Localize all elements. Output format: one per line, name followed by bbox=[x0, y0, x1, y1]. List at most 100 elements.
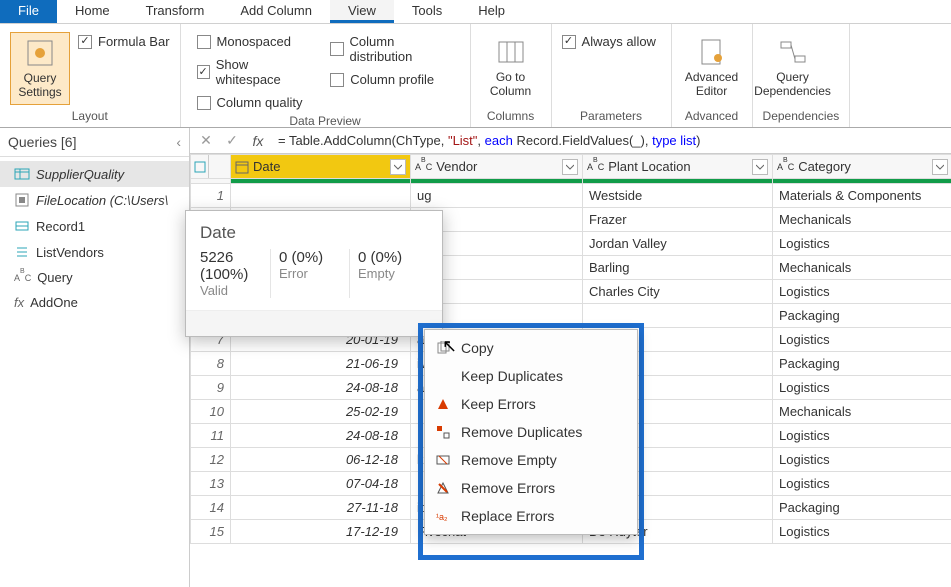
cell-date[interactable]: 07-04-18 bbox=[231, 472, 411, 496]
query-item[interactable]: ABCQuery bbox=[0, 265, 189, 290]
column-quality-checkbox[interactable]: Column quality bbox=[197, 93, 311, 112]
row-number: 13 bbox=[191, 472, 231, 496]
ctx-keep-duplicates[interactable]: Keep Duplicates bbox=[425, 362, 637, 390]
monospaced-checkbox[interactable]: Monospaced bbox=[197, 32, 311, 51]
abc-icon: ABC bbox=[587, 161, 604, 172]
advanced-editor-button[interactable]: Advanced Editor bbox=[682, 32, 742, 103]
cell-date[interactable] bbox=[231, 184, 411, 208]
query-item[interactable]: fxAddOne bbox=[0, 290, 189, 315]
cell-category[interactable]: Logistics bbox=[773, 328, 951, 352]
cancel-formula-button[interactable]: ✕ bbox=[196, 131, 216, 151]
cell-category[interactable]: Mechanicals bbox=[773, 400, 951, 424]
row-number: 15 bbox=[191, 520, 231, 544]
query-dependencies-button[interactable]: Query Dependencies bbox=[763, 32, 823, 103]
transform-menu[interactable]: Transform bbox=[128, 0, 223, 23]
cell-category[interactable]: Packaging bbox=[773, 496, 951, 520]
whitespace-checkbox[interactable]: ✓Show whitespace bbox=[197, 55, 311, 89]
always-allow-checkbox[interactable]: ✓Always allow bbox=[562, 32, 656, 51]
queries-header-label: Queries [6] bbox=[8, 134, 76, 150]
context-menu: Copy Keep Duplicates Keep Errors Remove … bbox=[424, 329, 638, 535]
ctx-remove-errors[interactable]: Remove Errors bbox=[425, 474, 637, 502]
formula-bar-checkbox[interactable]: ✓ Formula Bar bbox=[78, 32, 170, 51]
cell-category[interactable]: Logistics bbox=[773, 280, 951, 304]
cell-category[interactable]: Logistics bbox=[773, 232, 951, 256]
cell-category[interactable]: Materials & Components bbox=[773, 184, 951, 208]
cell-plant[interactable]: Barling bbox=[583, 256, 773, 280]
file-menu[interactable]: File bbox=[0, 0, 57, 23]
ribbon-group-parameters: ✓Always allow Parameters bbox=[552, 24, 672, 127]
column-header-category[interactable]: ABC Category bbox=[773, 155, 951, 178]
formula-bar-label: Formula Bar bbox=[98, 34, 170, 49]
filter-dropdown-category[interactable] bbox=[932, 159, 948, 175]
filter-dropdown-date[interactable] bbox=[390, 159, 406, 175]
remove-duplicates-icon bbox=[435, 424, 451, 440]
cell-date[interactable]: 21-06-19 bbox=[231, 352, 411, 376]
cell-category[interactable]: Mechanicals bbox=[773, 208, 951, 232]
filter-dropdown-plant[interactable] bbox=[752, 159, 768, 175]
column-distribution-checkbox[interactable]: Column distribution bbox=[330, 32, 453, 66]
cell-date[interactable]: 27-11-18 bbox=[231, 496, 411, 520]
fx-icon[interactable]: fx bbox=[248, 131, 268, 151]
cell-plant[interactable]: Frazer bbox=[583, 208, 773, 232]
ctx-replace-errors[interactable]: ¹a₂Replace Errors bbox=[425, 502, 637, 530]
cell-date[interactable]: 25-02-19 bbox=[231, 400, 411, 424]
table-row[interactable]: 1 ugWestsideMaterials & Components bbox=[191, 184, 951, 208]
filter-dropdown-vendor[interactable] bbox=[562, 159, 578, 175]
queries-header[interactable]: Queries [6] ‹ bbox=[0, 128, 189, 157]
ribbon-group-layout: Query Settings ✓ Formula Bar Layout bbox=[0, 24, 181, 127]
home-menu[interactable]: Home bbox=[57, 0, 128, 23]
row-number: 1 bbox=[191, 184, 231, 208]
query-item[interactable]: Record1 bbox=[0, 213, 189, 239]
cell-plant[interactable]: Charles City bbox=[583, 280, 773, 304]
column-header-date[interactable]: Date bbox=[231, 155, 410, 178]
ctx-remove-duplicates[interactable]: Remove Duplicates bbox=[425, 418, 637, 446]
cell-category[interactable]: Packaging bbox=[773, 352, 951, 376]
cell-plant[interactable] bbox=[583, 304, 773, 328]
row-number: 8 bbox=[191, 352, 231, 376]
cell-plant[interactable]: Westside bbox=[583, 184, 773, 208]
svg-text:¹a₂: ¹a₂ bbox=[436, 512, 448, 522]
column-header-plant[interactable]: ABC Plant Location bbox=[583, 155, 772, 178]
column-header-vendor[interactable]: ABC Vendor bbox=[411, 155, 582, 178]
goto-column-button[interactable]: Go to Column bbox=[481, 32, 541, 103]
cell-category[interactable]: Logistics bbox=[773, 448, 951, 472]
ctx-copy[interactable]: Copy bbox=[425, 334, 637, 362]
formula-input[interactable]: = Table.AddColumn(ChType, "List", each R… bbox=[274, 131, 945, 151]
column-profile-checkbox[interactable]: Column profile bbox=[330, 70, 453, 89]
addcolumn-menu[interactable]: Add Column bbox=[222, 0, 330, 23]
cell-category[interactable]: Mechanicals bbox=[773, 256, 951, 280]
cell-category[interactable]: Logistics bbox=[773, 376, 951, 400]
query-item[interactable]: SupplierQuality bbox=[0, 161, 189, 187]
cell-vendor[interactable]: ug bbox=[411, 184, 583, 208]
cell-date[interactable]: 24-08-18 bbox=[231, 376, 411, 400]
view-menu[interactable]: View bbox=[330, 0, 394, 23]
query-item[interactable]: ListVendors bbox=[0, 239, 189, 265]
query-settings-button[interactable]: Query Settings bbox=[10, 32, 70, 105]
ctx-keep-errors[interactable]: Keep Errors bbox=[425, 390, 637, 418]
columns-group-label: Columns bbox=[481, 107, 541, 125]
ribbon-group-advanced: Advanced Editor Advanced bbox=[672, 24, 753, 127]
cell-category[interactable]: Logistics bbox=[773, 472, 951, 496]
cell-category[interactable]: Packaging bbox=[773, 304, 951, 328]
cell-plant[interactable]: Jordan Valley bbox=[583, 232, 773, 256]
row-number: 10 bbox=[191, 400, 231, 424]
row-number: 12 bbox=[191, 448, 231, 472]
tools-menu[interactable]: Tools bbox=[394, 0, 460, 23]
row-number: 11 bbox=[191, 424, 231, 448]
collapse-icon[interactable]: ‹ bbox=[176, 134, 181, 150]
profile-menu-button[interactable]: ⋯ bbox=[186, 310, 442, 336]
ctx-remove-empty[interactable]: Remove Empty bbox=[425, 446, 637, 474]
ribbon: Query Settings ✓ Formula Bar Layout Mono… bbox=[0, 24, 951, 128]
table-corner-button[interactable] bbox=[191, 155, 209, 178]
query-item[interactable]: FileLocation (C:\Users\ bbox=[0, 187, 189, 213]
accept-formula-button[interactable]: ✓ bbox=[222, 131, 242, 151]
cell-date[interactable]: 06-12-18 bbox=[231, 448, 411, 472]
help-menu[interactable]: Help bbox=[460, 0, 523, 23]
cell-date[interactable]: 24-08-18 bbox=[231, 424, 411, 448]
cell-date[interactable]: 17-12-19 bbox=[231, 520, 411, 544]
ribbon-group-dependencies: Query Dependencies Dependencies bbox=[753, 24, 851, 127]
profile-title: Date bbox=[186, 211, 442, 249]
dependencies-group-label: Dependencies bbox=[763, 107, 840, 125]
cell-category[interactable]: Logistics bbox=[773, 424, 951, 448]
cell-category[interactable]: Logistics bbox=[773, 520, 951, 544]
